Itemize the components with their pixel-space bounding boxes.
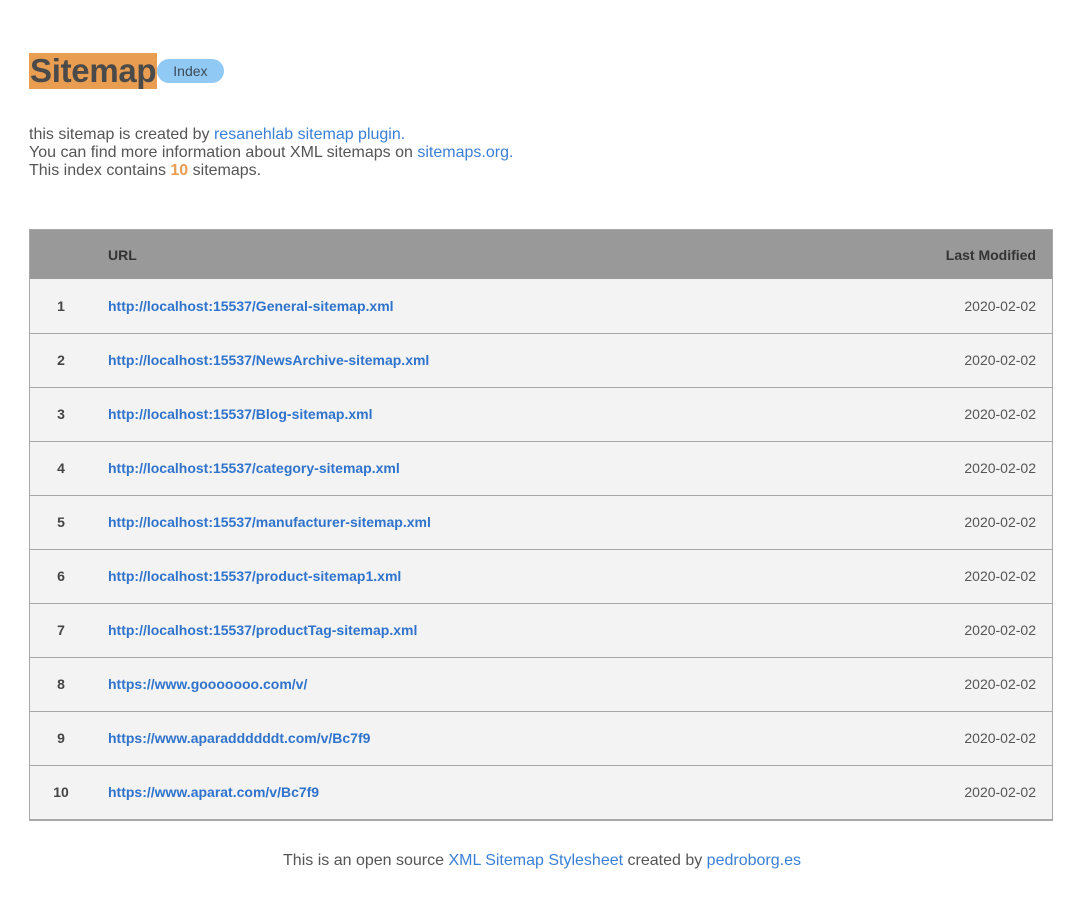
- index-badge: Index: [157, 59, 224, 83]
- sitemaps-org-link[interactable]: sitemaps.org.: [417, 144, 513, 161]
- table-row: 10 https://www.aparat.com/v/Bc7f9 2020-0…: [30, 765, 1052, 819]
- column-header-last-modified: Last Modified: [945, 246, 1036, 263]
- sitemap-url-link[interactable]: http://localhost:15537/NewsArchive-sitem…: [108, 352, 429, 368]
- author-link[interactable]: pedroborg.es: [707, 852, 801, 869]
- sitemap-url-link[interactable]: http://localhost:15537/category-sitemap.…: [108, 460, 400, 476]
- last-modified-date: 2020-02-02: [964, 622, 1036, 638]
- intro-text: this sitemap is created by resanehlab si…: [29, 126, 513, 180]
- row-number: 1: [57, 297, 65, 314]
- sitemap-url-link[interactable]: http://localhost:15537/product-sitemap1.…: [108, 568, 401, 584]
- last-modified-date: 2020-02-02: [964, 568, 1036, 584]
- sitemap-url-link[interactable]: https://www.gooooooo.com/v/: [108, 676, 307, 692]
- table-row: 2 http://localhost:15537/NewsArchive-sit…: [30, 333, 1052, 387]
- sitemap-url-link[interactable]: https://www.aparat.com/v/Bc7f9: [108, 784, 319, 800]
- last-modified-date: 2020-02-02: [964, 352, 1036, 368]
- plugin-link[interactable]: resanehlab sitemap plugin.: [214, 126, 405, 143]
- row-number: 8: [57, 676, 65, 692]
- table-row: 3 http://localhost:15537/Blog-sitemap.xm…: [30, 387, 1052, 441]
- row-number: 9: [57, 730, 65, 746]
- table-header-row: URL Last Modified: [30, 230, 1052, 279]
- column-header-number: [30, 230, 92, 279]
- column-header-url: URL: [108, 246, 137, 263]
- page: Sitemap Index this sitemap is created by…: [0, 0, 1084, 919]
- page-title: Sitemap: [29, 52, 158, 89]
- intro-line-1: this sitemap is created by resanehlab si…: [29, 126, 513, 144]
- table-row: 9 https://www.aparaddddddt.com/v/Bc7f9 2…: [30, 711, 1052, 765]
- sitemap-table: URL Last Modified 1 http://localhost:155…: [30, 230, 1052, 819]
- last-modified-date: 2020-02-02: [964, 676, 1036, 692]
- sitemap-url-link[interactable]: http://localhost:15537/General-sitemap.x…: [108, 298, 394, 314]
- row-number: 7: [57, 622, 65, 638]
- footer-text-middle: created by: [623, 852, 707, 869]
- last-modified-date: 2020-02-02: [964, 297, 1036, 314]
- last-modified-date: 2020-02-02: [964, 460, 1036, 476]
- sitemap-table-container: URL Last Modified 1 http://localhost:155…: [29, 229, 1053, 821]
- row-number: 2: [57, 352, 65, 368]
- table-row: 8 https://www.gooooooo.com/v/ 2020-02-02: [30, 657, 1052, 711]
- table-row: 4 http://localhost:15537/category-sitema…: [30, 441, 1052, 495]
- last-modified-date: 2020-02-02: [964, 514, 1036, 530]
- sitemap-url-link[interactable]: http://localhost:15537/Blog-sitemap.xml: [108, 406, 373, 422]
- row-number: 5: [57, 514, 65, 530]
- sitemap-url-link[interactable]: http://localhost:15537/manufacturer-site…: [108, 514, 431, 530]
- page-header: Sitemap Index: [29, 53, 224, 89]
- sitemap-url-link[interactable]: http://localhost:15537/productTag-sitema…: [108, 622, 417, 638]
- intro-line-3-suffix: sitemaps.: [188, 162, 262, 179]
- intro-line-1-text: this sitemap is created by: [29, 126, 214, 143]
- intro-line-2-text: You can find more information about XML …: [29, 144, 418, 161]
- page-footer: This is an open source XML Sitemap Style…: [0, 852, 1084, 870]
- sitemap-url-link[interactable]: https://www.aparaddddddt.com/v/Bc7f9: [108, 730, 370, 746]
- table-row: 7 http://localhost:15537/productTag-site…: [30, 603, 1052, 657]
- row-number: 10: [53, 784, 69, 801]
- table-row: 5 http://localhost:15537/manufacturer-si…: [30, 495, 1052, 549]
- last-modified-date: 2020-02-02: [964, 784, 1036, 801]
- sitemap-count: 10: [170, 162, 189, 179]
- last-modified-date: 2020-02-02: [964, 406, 1036, 422]
- footer-text-prefix: This is an open source: [283, 852, 449, 869]
- table-row: 1 http://localhost:15537/General-sitemap…: [30, 279, 1052, 333]
- table-row: 6 http://localhost:15537/product-sitemap…: [30, 549, 1052, 603]
- intro-line-3: This index contains 10 sitemaps.: [29, 162, 513, 180]
- stylesheet-link[interactable]: XML Sitemap Stylesheet: [448, 852, 623, 869]
- row-number: 3: [57, 406, 65, 422]
- last-modified-date: 2020-02-02: [964, 730, 1036, 746]
- row-number: 4: [57, 460, 65, 476]
- intro-line-3-text: This index contains: [29, 162, 171, 179]
- intro-line-2: You can find more information about XML …: [29, 144, 513, 162]
- row-number: 6: [57, 568, 65, 584]
